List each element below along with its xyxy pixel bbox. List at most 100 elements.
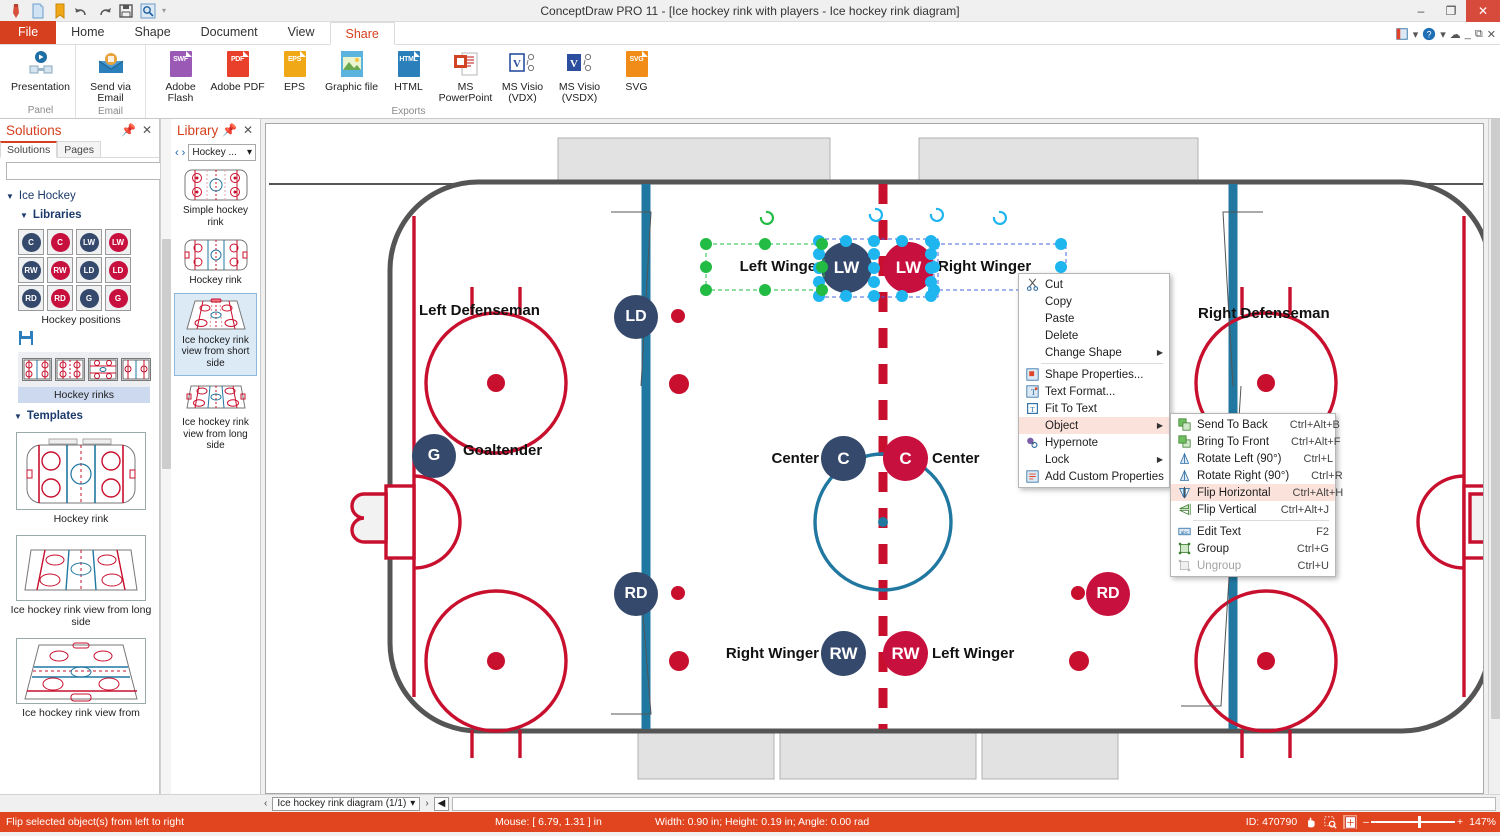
stencil-shape[interactable]: LW	[76, 229, 102, 255]
context-menu-item-text-format[interactable]: T Text Format...	[1019, 383, 1169, 400]
zoom-slider[interactable]: – +	[1363, 816, 1463, 828]
library-item-simple-hockey-rink[interactable]: Simple hockey rink	[174, 164, 257, 234]
context-menu-item-object[interactable]: Object ▶	[1019, 417, 1169, 434]
context-menu[interactable]: Cut Copy Paste Delete Change Shape ▶ Sha…	[1018, 273, 1170, 488]
new-doc-icon[interactable]	[30, 3, 46, 19]
hockey-positions-stencils[interactable]: C C LW LW RW RW LD LD RD RD G G	[18, 229, 159, 311]
hockey-rinks-stencils[interactable]	[18, 352, 151, 387]
rink-thumb[interactable]	[121, 358, 151, 381]
diagram-canvas[interactable]: LD Left Defenseman RD Right Defenseman G…	[265, 123, 1484, 794]
export-adobe-flash-button[interactable]: SWF Adobe Flash	[152, 45, 209, 104]
export-adobe-pdf-button[interactable]: PDF Adobe PDF	[209, 45, 266, 93]
stencil-shape[interactable]: RD	[47, 285, 73, 311]
zoom-select-icon[interactable]	[1323, 815, 1337, 829]
player-token-rd-red[interactable]: RD	[1086, 572, 1130, 616]
export-svg-button[interactable]: SVG SVG	[608, 45, 665, 93]
minimize-doc-icon[interactable]: _	[1465, 28, 1471, 40]
pin-icon[interactable]: 📌	[219, 123, 240, 137]
rink-thumb[interactable]	[55, 358, 85, 381]
context-menu-item-paste[interactable]: Paste	[1019, 310, 1169, 327]
zoom-slider-handle[interactable]	[1418, 816, 1421, 828]
zoom-slider-track[interactable]	[1371, 816, 1455, 828]
player-token-c-dark[interactable]: C	[821, 436, 866, 481]
open-icon[interactable]	[52, 3, 68, 19]
rink-thumb[interactable]	[88, 358, 118, 381]
template-item[interactable]: Ice hockey rink view from long side	[6, 535, 156, 628]
stencil-shape[interactable]: RW	[18, 257, 44, 283]
template-item[interactable]: Hockey rink	[6, 432, 156, 525]
cloud-icon[interactable]: ☁	[1450, 28, 1461, 41]
context-menu-item-hypernote[interactable]: Hypernote	[1019, 434, 1169, 451]
tree-node-templates[interactable]: ▼ Templates	[14, 410, 159, 422]
ribbon-right-controls[interactable]: ▾ ? ▾ ☁ _ ⧉ ✕	[1395, 27, 1496, 41]
restore-doc-icon[interactable]: ⧉	[1475, 28, 1483, 41]
player-token-goaltender[interactable]: G	[412, 434, 456, 478]
doc-view-dropdown-icon[interactable]: ▾	[1413, 28, 1419, 41]
export-ms-visio-vsdx-button[interactable]: V MS Visio (VSDX)	[551, 45, 608, 104]
quick-access-toolbar[interactable]: ▾	[0, 3, 166, 19]
library-save-icon[interactable]	[18, 330, 159, 346]
stencil-shape[interactable]: C	[47, 229, 73, 255]
pin-icon[interactable]: 📌	[118, 123, 139, 137]
stencil-shape[interactable]: LD	[105, 257, 131, 283]
close-doc-icon[interactable]: ✕	[1487, 28, 1496, 41]
submenu-item-group[interactable]: Group Ctrl+G	[1171, 540, 1335, 557]
stencil-shape[interactable]: RD	[18, 285, 44, 311]
page-tab[interactable]: Ice hockey rink diagram (1/1) ▾	[272, 796, 421, 811]
export-ms-visio-vdx-button[interactable]: V MS Visio (VDX)	[494, 45, 551, 104]
player-token-rw-red[interactable]: RW	[883, 631, 928, 676]
minimize-button[interactable]: –	[1406, 0, 1436, 22]
library-item-ice-hockey-rink-short-side[interactable]: Ice hockey rink view from short side	[174, 292, 257, 376]
context-menu-item-shape-properties[interactable]: Shape Properties...	[1019, 366, 1169, 383]
stencil-shape[interactable]: C	[18, 229, 44, 255]
undo-icon[interactable]	[74, 3, 90, 19]
player-token-rd-dark[interactable]: RD	[614, 572, 658, 616]
stencil-shape[interactable]: LW	[105, 229, 131, 255]
subtab-pages[interactable]: Pages	[57, 141, 101, 157]
stencil-shape[interactable]: RW	[47, 257, 73, 283]
tab-home[interactable]: Home	[56, 21, 119, 44]
context-menu-item-delete[interactable]: Delete	[1019, 327, 1169, 344]
stencil-shape[interactable]: LD	[76, 257, 102, 283]
submenu-item-bring-to-front[interactable]: Bring To Front Ctrl+Alt+F	[1171, 433, 1341, 450]
player-token-c-red[interactable]: C	[883, 436, 928, 481]
page-prev-button[interactable]: ‹	[262, 798, 269, 809]
library-item-hockey-rink[interactable]: Hockey rink	[174, 234, 257, 293]
template-item[interactable]: Ice hockey rink view from	[6, 638, 156, 719]
tab-document[interactable]: Document	[186, 21, 273, 44]
canvas-scrollbar-thumb[interactable]	[1491, 119, 1500, 719]
qat-dropdown-icon[interactable]: ▾	[162, 6, 166, 15]
context-menu-item-copy[interactable]: Copy	[1019, 293, 1169, 310]
tree-node-ice-hockey[interactable]: ▼ Ice Hockey	[6, 190, 159, 202]
submenu-item-rotate-left[interactable]: Rotate Left (90°) Ctrl+L	[1171, 450, 1335, 467]
player-token-rw-dark[interactable]: RW	[821, 631, 866, 676]
solutions-scrollbar[interactable]	[160, 119, 171, 794]
tab-share[interactable]: Share	[329, 22, 395, 45]
solutions-subtabs[interactable]: Solutions Pages	[0, 141, 159, 158]
ribbon-tabs[interactable]: File Home Shape Document View Share ▾ ? …	[0, 21, 1500, 45]
canvas-vertical-scrollbar[interactable]	[1488, 119, 1500, 794]
send-via-email-button[interactable]: Send via Email	[82, 45, 139, 104]
library-item-ice-hockey-rink-long-side[interactable]: Ice hockey rink view from long side	[174, 376, 257, 458]
submenu-item-flip-horizontal[interactable]: Flip Horizontal Ctrl+Alt+H	[1171, 484, 1343, 501]
context-menu-item-cut[interactable]: Cut	[1019, 276, 1169, 293]
find-icon[interactable]	[140, 3, 156, 19]
library-selector[interactable]: Hockey ... ▾	[188, 144, 256, 161]
player-token-ld-dark[interactable]: LD	[614, 295, 658, 339]
page-next-button[interactable]: ›	[423, 798, 430, 809]
export-graphic-file-button[interactable]: Graphic file	[323, 45, 380, 93]
save2-icon[interactable]	[118, 3, 134, 19]
fit-page-icon[interactable]	[1343, 815, 1358, 829]
window-buttons[interactable]: – ❐ ✕	[1406, 0, 1500, 22]
submenu-item-send-to-back[interactable]: Send To Back Ctrl+Alt+B	[1171, 416, 1340, 433]
export-eps-button[interactable]: EPS EPS	[266, 45, 323, 93]
stencil-shape[interactable]: G	[105, 285, 131, 311]
save-icon[interactable]	[8, 3, 24, 19]
close-icon[interactable]: ✕	[240, 123, 256, 137]
submenu-item-flip-vertical[interactable]: Flip Vertical Ctrl+Alt+J	[1171, 501, 1335, 518]
tab-shape[interactable]: Shape	[120, 21, 186, 44]
export-ms-powerpoint-button[interactable]: MS PowerPoint	[437, 45, 494, 104]
presentation-button[interactable]: Presentation	[11, 45, 70, 93]
page-first-button[interactable]: ◀	[433, 796, 450, 811]
tab-view[interactable]: View	[273, 21, 330, 44]
